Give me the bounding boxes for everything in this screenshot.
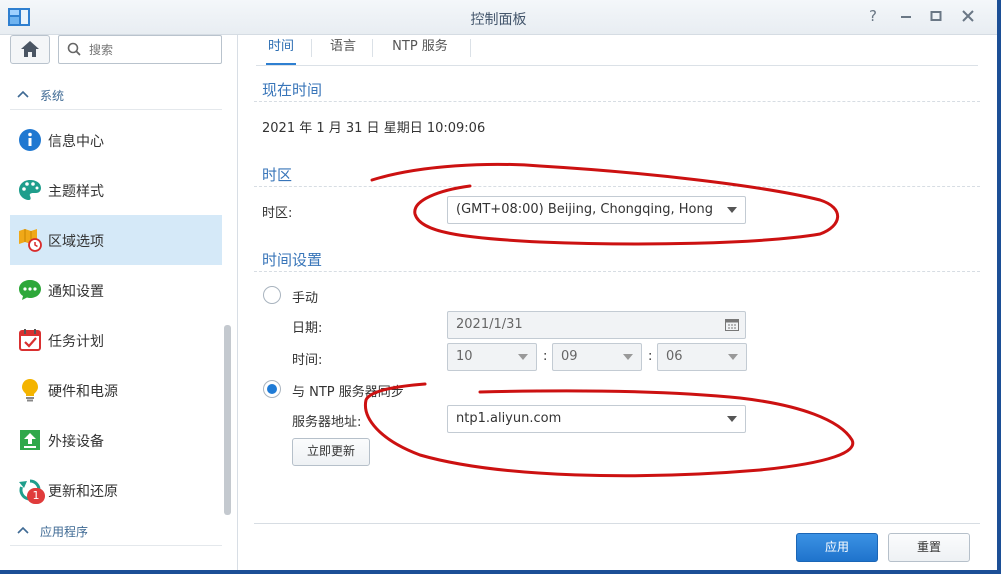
date-label: 日期: (292, 321, 323, 336)
light-bulb-icon (22, 379, 38, 402)
sidebar-item-task-scheduler[interactable]: 任务计划 (10, 315, 222, 365)
section-applications-label: 应用程序 (40, 525, 89, 539)
minimize-icon[interactable] (896, 6, 916, 26)
sidebar-item-label: 外接设备 (48, 434, 104, 450)
server-address-value: ntp1.aliyun.com (456, 411, 562, 426)
chevron-up-icon (17, 90, 29, 98)
section-system[interactable]: 系统 (10, 85, 222, 110)
sidebar: 系统 信息中心 主题样式 (0, 35, 238, 570)
divider (254, 271, 980, 272)
timezone-select[interactable]: (GMT+08:00) Beijing, Chongqing, Hong Ko (447, 196, 746, 224)
date-value: 2021/1/31 (456, 317, 523, 332)
tab-separator (470, 39, 471, 57)
chevron-down-icon (727, 207, 737, 213)
sidebar-item-label: 区域选项 (48, 234, 104, 250)
sidebar-item-theme[interactable]: 主题样式 (10, 165, 222, 215)
sidebar-item-label: 主题样式 (48, 184, 104, 200)
hour-select[interactable]: 10 (447, 343, 537, 371)
title-bar: 控制面板 ? (0, 0, 997, 35)
upload-icon (20, 430, 40, 450)
calendar-icon (725, 319, 739, 331)
timezone-value: (GMT+08:00) Beijing, Chongqing, Hong Ko (456, 202, 718, 217)
apply-button[interactable]: 应用 (796, 533, 878, 562)
control-panel-window: 控制面板 ? 系统 (0, 0, 997, 570)
help-icon[interactable]: ? (863, 6, 883, 26)
main-panel: 时间 语言 NTP 服务 现在时间 2021 年 1 月 31 日 星期日 10… (238, 35, 997, 570)
tab-language[interactable]: 语言 (328, 35, 358, 65)
map-clock-icon (19, 229, 42, 252)
sidebar-item-regional-options[interactable]: 区域选项 (10, 215, 222, 265)
server-address-label: 服务器地址: (292, 415, 362, 430)
hour-value: 10 (456, 349, 473, 364)
footer-divider (254, 523, 980, 524)
search-icon (67, 42, 81, 56)
date-field[interactable]: 2021/1/31 (447, 311, 746, 339)
sidebar-item-hardware-power[interactable]: 硬件和电源 (10, 365, 222, 415)
minute-value: 09 (561, 349, 578, 364)
close-icon[interactable] (958, 6, 978, 26)
tab-ntp-service[interactable]: NTP 服务 (385, 35, 455, 65)
ntp-sync-label: 与 NTP 服务器同步 (292, 385, 404, 400)
manual-label: 手动 (292, 291, 319, 306)
ntp-sync-radio[interactable] (263, 380, 281, 398)
chevron-down-icon (727, 416, 737, 422)
divider (254, 101, 980, 102)
search-input[interactable] (87, 40, 219, 60)
sidebar-item-label: 更新和还原 (48, 484, 118, 500)
section-applications[interactable]: 应用程序 (10, 521, 222, 546)
second-select[interactable]: 06 (657, 343, 747, 371)
window-title: 控制面板 (470, 12, 527, 28)
tab-separator (311, 39, 312, 57)
tab-time[interactable]: 时间 (266, 35, 296, 65)
tab-bar: 时间 语言 NTP 服务 (256, 35, 978, 66)
tab-separator (372, 39, 373, 57)
chevron-up-icon (17, 526, 29, 534)
current-time-title: 现在时间 (262, 81, 323, 99)
info-icon (19, 129, 41, 151)
maximize-icon[interactable] (926, 6, 946, 26)
sidebar-item-label: 信息中心 (48, 134, 104, 150)
sidebar-item-notifications[interactable]: 通知设置 (10, 265, 222, 315)
search-box[interactable] (58, 35, 222, 64)
time-colon: : (648, 349, 653, 364)
second-value: 06 (666, 349, 683, 364)
sidebar-item-label: 任务计划 (48, 334, 104, 350)
time-label: 时间: (292, 353, 323, 368)
sidebar-item-info-center[interactable]: 信息中心 (10, 115, 222, 165)
chevron-down-icon (623, 354, 633, 360)
home-button[interactable] (10, 35, 50, 64)
minute-select[interactable]: 09 (552, 343, 642, 371)
home-icon (21, 41, 39, 57)
divider (254, 186, 980, 187)
timezone-label: 时区: (262, 206, 293, 221)
current-time-value: 2021 年 1 月 31 日 星期日 10:09:06 (262, 121, 486, 136)
manual-radio[interactable] (263, 286, 281, 304)
section-system-label: 系统 (40, 89, 65, 103)
chat-bubble-icon (19, 280, 41, 300)
update-now-button[interactable]: 立即更新 (292, 438, 370, 466)
sidebar-scrollbar[interactable] (224, 325, 231, 515)
chevron-down-icon (518, 354, 528, 360)
calendar-check-icon (19, 329, 41, 351)
reset-button[interactable]: 重置 (888, 533, 970, 562)
chevron-down-icon (728, 354, 738, 360)
sidebar-item-label: 通知设置 (48, 284, 104, 300)
sidebar-item-label: 硬件和电源 (48, 384, 118, 400)
time-colon: : (543, 349, 548, 364)
sidebar-item-external-devices[interactable]: 外接设备 (10, 415, 222, 465)
server-address-select[interactable]: ntp1.aliyun.com (447, 405, 746, 433)
sidebar-item-update-restore[interactable]: 1 更新和还原 (10, 465, 222, 515)
palette-icon (19, 180, 41, 200)
time-settings-title: 时间设置 (262, 251, 323, 269)
update-badge: 1 (27, 488, 45, 504)
timezone-title: 时区 (262, 166, 293, 184)
